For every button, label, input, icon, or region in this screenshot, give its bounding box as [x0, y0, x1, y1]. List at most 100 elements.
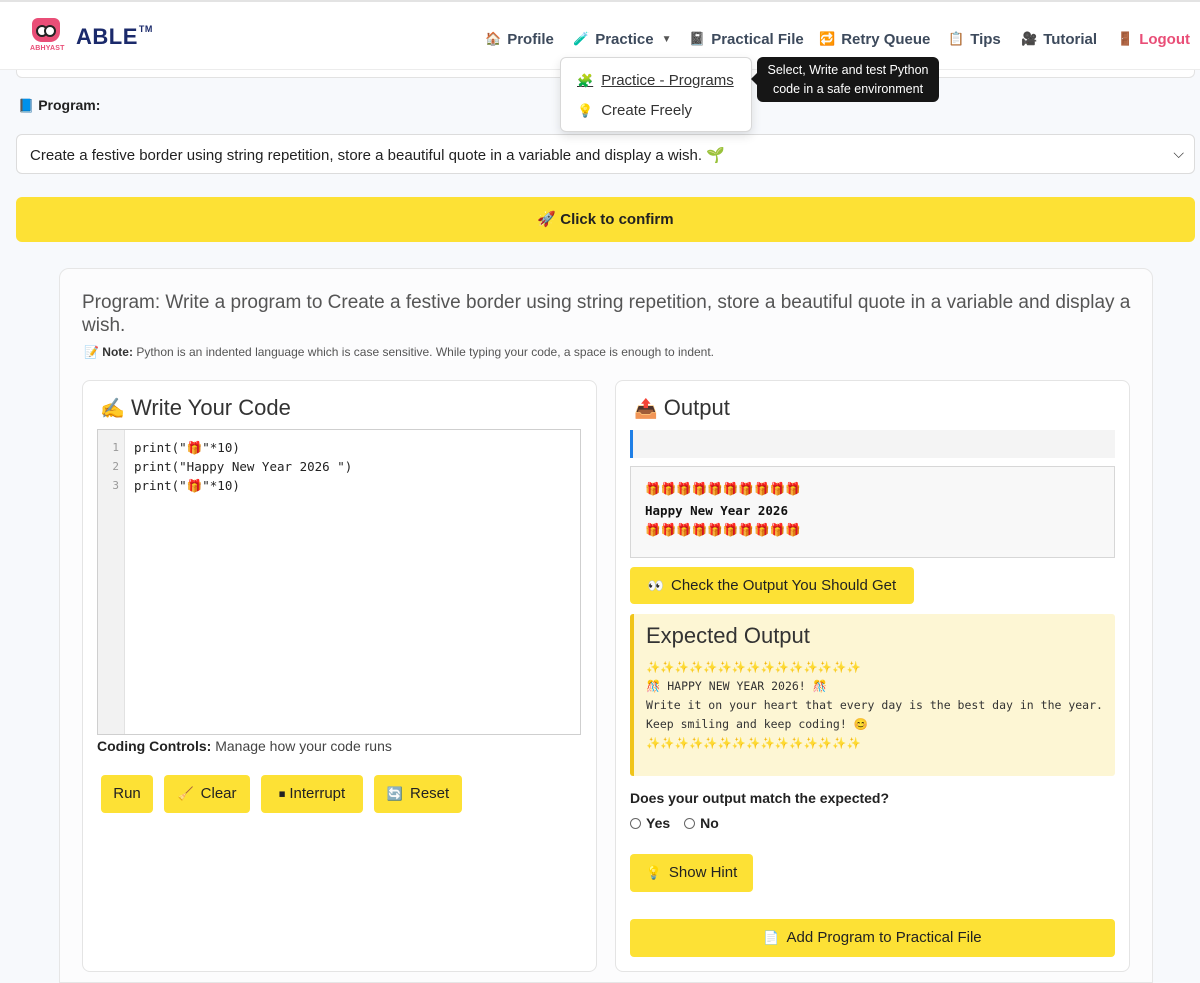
brand-name[interactable]: ABLETM: [76, 24, 153, 50]
run-button-label: Run: [113, 785, 141, 802]
yes-radio[interactable]: [630, 817, 641, 829]
reset-button[interactable]: 🔄 Reset: [374, 775, 462, 813]
line-number: 3: [112, 479, 119, 492]
output-line: 🎁🎁🎁🎁🎁🎁🎁🎁🎁🎁: [645, 522, 801, 537]
caret-down-icon: ▼: [661, 33, 672, 45]
writing-hand-icon: ✍️: [100, 398, 125, 420]
nav-profile[interactable]: 🏠 Profile: [485, 29, 554, 49]
confirm-button[interactable]: 🚀 Click to confirm: [16, 197, 1195, 242]
menu-item-practice-programs-label: Practice - Programs: [601, 72, 734, 89]
owl-logo-icon: [32, 18, 60, 42]
output-line: 🎁🎁🎁🎁🎁🎁🎁🎁🎁🎁: [645, 481, 801, 496]
practice-dropdown-menu: 🧩 Practice - Programs 💡 Create Freely: [560, 57, 752, 132]
refresh-icon: 🔄: [386, 786, 403, 801]
menu-item-create-freely-label: Create Freely: [601, 102, 693, 119]
program-title: Program: Write a program to Create a fes…: [82, 292, 1131, 336]
expected-output-line: ✨✨✨✨✨✨✨✨✨✨✨✨✨✨✨: [646, 660, 861, 674]
door-icon: 🚪: [1117, 31, 1134, 46]
test-tube-icon: 🧪: [573, 31, 590, 46]
stop-icon: ⏹: [278, 786, 286, 801]
nav-tutorial-label: Tutorial: [1043, 30, 1098, 48]
nav-profile-label: Profile: [507, 30, 554, 48]
practice-programs-tooltip: Select, Write and test Python code in a …: [751, 57, 939, 102]
match-radio-group: Yes No: [630, 815, 733, 831]
nav-logout-label: Logout: [1139, 30, 1190, 48]
program-label: 📘 Program:: [18, 97, 100, 114]
nav-tutorial[interactable]: 🎥 Tutorial: [1021, 29, 1097, 49]
code-line: print("🎁"*10): [134, 478, 240, 493]
check-output-button[interactable]: 👀 Check the Output You Should Get: [630, 567, 914, 604]
nav-practice-label: Practice: [595, 30, 654, 48]
expected-output-line: 🎊 HAPPY NEW YEAR 2026! 🎊: [646, 679, 827, 693]
line-number-gutter: 1 2 3: [98, 430, 125, 734]
menu-item-practice-programs[interactable]: 🧩 Practice - Programs: [577, 72, 734, 89]
output-panel-title: 📤 Output: [634, 395, 730, 421]
program-select[interactable]: Create a festive border using string rep…: [16, 134, 1195, 174]
output-panel-title-text: Output: [663, 395, 730, 420]
nav-practical-file[interactable]: 📓 Practical File: [689, 29, 804, 49]
coding-controls-caption: Coding Controls: Manage how your code ru…: [97, 738, 392, 754]
nav-tips-label: Tips: [970, 30, 1001, 48]
program-select-value: Create a festive border using string rep…: [30, 147, 725, 164]
nav-retry-queue[interactable]: 🔁 Retry Queue: [819, 29, 930, 49]
page-icon: 📄: [763, 930, 780, 945]
expected-output-line: Write it on your heart that every day is…: [646, 698, 1103, 712]
lightbulb-icon: 💡: [577, 103, 594, 118]
no-radio-label[interactable]: No: [700, 815, 719, 831]
code-panel-title-text: Write Your Code: [131, 395, 291, 420]
interrupt-button-label: Interrupt: [289, 785, 346, 802]
yes-radio-label[interactable]: Yes: [646, 815, 670, 831]
abhyast-logo[interactable]: ABHYAST: [30, 18, 65, 56]
blue-book-icon: 📘: [18, 98, 35, 113]
confirm-button-label: Click to confirm: [560, 211, 674, 228]
expected-output-line: Keep smiling and keep coding! 😊: [646, 717, 869, 731]
output-status-bar: [630, 430, 1115, 458]
home-icon: 🏠: [485, 31, 502, 46]
code-editor[interactable]: 1 2 3 print("🎁"*10) print("Happy New Yea…: [97, 429, 581, 735]
coding-controls-text: Manage how your code runs: [215, 738, 392, 754]
match-question: Does your output match the expected?: [630, 790, 890, 806]
clear-button[interactable]: 🧹 Clear: [164, 775, 250, 813]
code-line: print("Happy New Year 2026 "): [134, 459, 353, 474]
broom-icon: 🧹: [177, 786, 194, 801]
interrupt-button[interactable]: ⏹ Interrupt: [261, 775, 363, 813]
reset-button-label: Reset: [410, 785, 450, 802]
code-panel-title: ✍️ Write Your Code: [100, 395, 291, 421]
nav-logout[interactable]: 🚪 Logout: [1117, 29, 1190, 49]
program-label-text: Program:: [38, 97, 101, 113]
memo-icon: 📝: [84, 345, 99, 359]
lightbulb-icon: 💡: [645, 865, 662, 880]
rocket-icon: 🚀: [537, 211, 557, 228]
nav-tips[interactable]: 📋 Tips: [948, 29, 1001, 49]
nav-retry-queue-label: Retry Queue: [841, 30, 931, 48]
run-button[interactable]: Run: [101, 775, 153, 813]
coding-controls-label: Coding Controls:: [97, 738, 212, 754]
brand-text: ABLE: [76, 24, 138, 49]
note-label: Note:: [102, 345, 133, 359]
repeat-icon: 🔁: [819, 31, 836, 46]
line-number: 1: [112, 441, 119, 454]
note-text: 📝 Note: Python is an indented language w…: [84, 345, 714, 359]
clipboard-icon: 📋: [948, 31, 965, 46]
code-line: print("🎁"*10): [134, 440, 240, 455]
output-line: Happy New Year 2026: [645, 503, 788, 518]
eyes-icon: 👀: [647, 578, 664, 593]
show-hint-button[interactable]: 💡 Show Hint: [630, 854, 753, 892]
chevron-down-icon: ⌵: [1173, 145, 1184, 161]
nav-practice[interactable]: 🧪 Practice ▼: [573, 29, 671, 49]
program-output: 🎁🎁🎁🎁🎁🎁🎁🎁🎁🎁 Happy New Year 2026 🎁🎁🎁🎁🎁🎁🎁🎁🎁…: [630, 466, 1115, 558]
note-body: Python is an indented language which is …: [136, 345, 715, 359]
no-radio[interactable]: [684, 817, 696, 829]
expected-output-line: ✨✨✨✨✨✨✨✨✨✨✨✨✨✨✨: [646, 736, 861, 750]
brand-trademark: TM: [138, 24, 153, 34]
show-hint-button-label: Show Hint: [668, 864, 738, 881]
expected-output-box: Expected Output ✨✨✨✨✨✨✨✨✨✨✨✨✨✨✨ 🎊 HAPPY …: [630, 614, 1115, 776]
add-to-practical-file-button[interactable]: 📄 Add Program to Practical File: [630, 919, 1115, 957]
check-output-button-label: Check the Output You Should Get: [671, 577, 897, 594]
nav-practical-file-label: Practical File: [711, 30, 804, 48]
notebook-icon: 📓: [689, 31, 706, 46]
expected-output-title: Expected Output: [646, 623, 810, 648]
puzzle-icon: 🧩: [577, 73, 594, 88]
logo-subtitle: ABHYAST: [30, 45, 65, 52]
menu-item-create-freely[interactable]: 💡 Create Freely: [577, 102, 692, 119]
